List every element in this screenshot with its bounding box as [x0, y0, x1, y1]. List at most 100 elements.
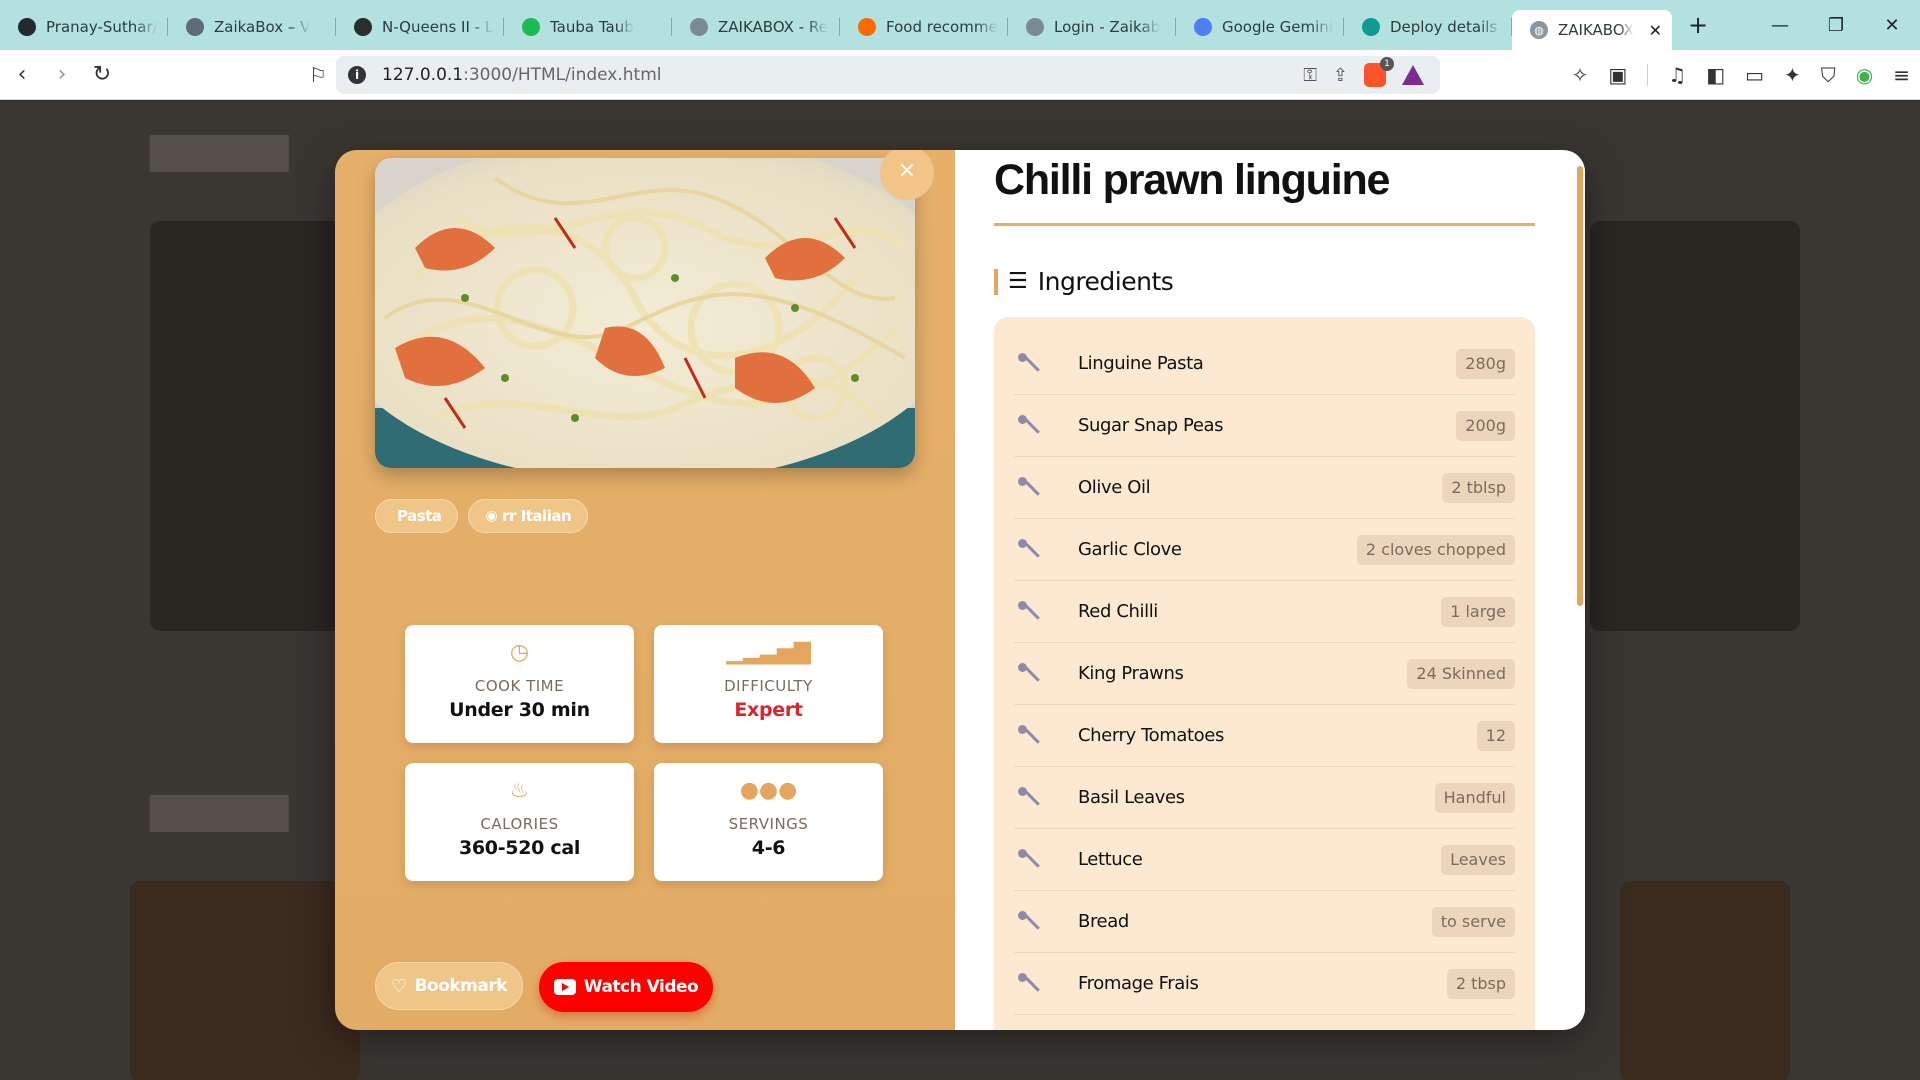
spoon-icon [1014, 847, 1040, 873]
tab-title: Deploy details | [1390, 18, 1502, 36]
toolbar-divider [1647, 64, 1649, 86]
flame-icon: ♨ [509, 778, 530, 803]
netlify-icon [1362, 18, 1380, 36]
reader-mode-icon[interactable]: ▣ [1608, 63, 1627, 87]
url-path: :3000/HTML/index.html [463, 65, 662, 85]
ingredients-heading-text: Ingredients [1037, 267, 1174, 296]
tab-title: Food recomme [886, 18, 998, 36]
vpn-icon[interactable]: ⛉ [1821, 63, 1836, 87]
ingredient-row: Garlic Clove 2 cloves chopped [1014, 519, 1515, 581]
ingredient-name: Lettuce [1078, 849, 1143, 870]
bookmark-page-icon[interactable]: ⚐ [300, 63, 336, 87]
ingredient-row: Basil Leaves Handful [1014, 767, 1515, 829]
url-host: 127.0.0.1 [382, 65, 464, 85]
ingredient-quantity: 2 cloves chopped [1356, 534, 1515, 565]
ingredient-name: Garlic Clove [1078, 539, 1182, 560]
url-text[interactable]: 127.0.0.1:3000/HTML/index.html [382, 65, 662, 85]
stat-calories: ♨ CALORIES 360-520 cal [405, 763, 634, 881]
ingredient-name: King Prawns [1078, 663, 1184, 684]
spoon-icon [1014, 475, 1040, 501]
leo-ai-icon[interactable]: ✦ [1784, 63, 1801, 87]
browser-tab[interactable]: ZaikaBox – V [168, 8, 336, 46]
ingredient-row: King Prawns 24 Skinned [1014, 643, 1515, 705]
brave-shield-icon[interactable]: 1 [1364, 57, 1394, 87]
ingredient-row: Linguine Pasta 280g [1014, 333, 1515, 395]
stat-value: 4-6 [751, 837, 786, 859]
browser-tab[interactable]: Google Gemini [1176, 8, 1344, 46]
spoon-icon [1014, 909, 1040, 935]
background-heading: ▇▇▇▇▇ [150, 791, 289, 832]
ingredient-quantity: 280g [1456, 348, 1515, 379]
ingredient-name: Fromage Frais [1078, 973, 1199, 994]
stat-cook-time: ◷ COOK TIME Under 30 min [405, 625, 634, 743]
browser-tab[interactable]: Deploy details | [1344, 8, 1512, 46]
globe-icon: ◍ [1530, 21, 1548, 39]
stat-label: COOK TIME [474, 677, 565, 695]
browser-tab[interactable]: Tauba Taub [504, 8, 672, 46]
site-info-icon[interactable]: i [348, 66, 366, 84]
stat-difficulty: ▁▂▃▅▇ DIFFICULTY Expert [654, 625, 883, 743]
tab-title: ZaikaBox – V [214, 18, 311, 36]
new-tab-button[interactable]: + [1678, 11, 1718, 39]
close-tab-icon[interactable]: ✕ [1649, 21, 1662, 40]
back-icon[interactable]: ‹ [4, 62, 40, 87]
tab-title: Pranay-Suthar/ [46, 18, 158, 36]
minimize-icon[interactable]: — [1752, 15, 1808, 36]
scrollbar-thumb[interactable] [1577, 166, 1583, 606]
tab-title: N-Queens II - Le [382, 18, 494, 36]
watch-video-button[interactable]: Watch Video [539, 962, 713, 1012]
tab-active[interactable]: ◍ ZAIKABOX ✕ [1512, 10, 1672, 50]
sidebar-icon[interactable]: ◧ [1706, 63, 1725, 87]
recipe-tags: Pasta ◉ rr Italian [375, 499, 589, 533]
spoon-icon [1014, 971, 1040, 997]
forward-icon[interactable]: › [44, 62, 80, 87]
extensions-icon[interactable]: ✧ [1572, 63, 1589, 87]
spoon-icon [1014, 599, 1040, 625]
tag-cuisine[interactable]: ◉ rr Italian [468, 499, 589, 533]
ingredient-quantity: 1 large [1441, 596, 1515, 627]
stat-value: Under 30 min [449, 699, 590, 721]
signal-icon: ▁▂▃▅▇ [726, 640, 811, 665]
key-icon[interactable]: ⚿ [1303, 65, 1317, 86]
restore-icon[interactable]: ❐ [1808, 15, 1864, 36]
browser-tab[interactable]: Food recomme [840, 8, 1008, 46]
tab-active-title: ZAIKABOX [1558, 21, 1634, 39]
browser-tab[interactable]: Login - Zaikab [1008, 8, 1176, 46]
background-card [1620, 881, 1790, 1080]
modal-scrollbar[interactable] [1575, 150, 1585, 1030]
brave-rewards-icon[interactable] [1402, 65, 1424, 85]
spoon-icon [1014, 723, 1040, 749]
menu-icon[interactable]: ≡ [1893, 63, 1910, 87]
window-controls: — ❐ ✕ [1752, 15, 1920, 36]
browser-tab[interactable]: N-Queens II - Le [336, 8, 504, 46]
music-icon[interactable]: ♫ [1668, 63, 1686, 87]
browser-tab[interactable]: Pranay-Suthar/ [0, 8, 168, 46]
globe-icon [690, 18, 708, 36]
gemini-icon [1194, 18, 1212, 36]
ingredients-list: Linguine Pasta 280g Sugar Snap Peas 200g Oli… [994, 317, 1535, 1030]
spoon-icon [1014, 785, 1040, 811]
title-divider [994, 223, 1535, 226]
tag-category-label: Pasta [397, 507, 442, 525]
ingredient-row: Cherry Tomatoes 12 [1014, 705, 1515, 767]
browser-tab[interactable]: ZAIKABOX - Re [672, 8, 840, 46]
stat-value: 360-520 cal [458, 837, 581, 859]
grammarly-icon[interactable]: ◉ [1856, 63, 1873, 87]
spoon-icon [1014, 537, 1040, 563]
ingredient-row: Lettuce Leaves [1014, 829, 1515, 891]
ingredient-name: Sugar Snap Peas [1078, 415, 1224, 436]
background-card [130, 881, 360, 1080]
wallet-icon[interactable]: ▭ [1745, 63, 1764, 87]
tab-title: ZAIKABOX - Re [718, 18, 828, 36]
recipe-details-panel: Chilli prawn linguine ☰ Ingredients Ling… [955, 150, 1585, 1030]
address-bar[interactable]: i 127.0.0.1:3000/HTML/index.html ⚿ ⇪ 1 [336, 56, 1440, 94]
globe-icon: ◉ [485, 508, 498, 524]
globe-icon [1026, 18, 1044, 36]
bookmark-button[interactable]: ♡ Bookmark [375, 962, 523, 1010]
stat-value: Expert [734, 699, 803, 721]
reload-icon[interactable]: ↻ [84, 62, 120, 87]
close-modal-button[interactable]: × [880, 150, 934, 200]
share-icon[interactable]: ⇪ [1333, 65, 1348, 86]
close-window-icon[interactable]: ✕ [1864, 15, 1920, 36]
tag-category[interactable]: Pasta [375, 499, 459, 533]
